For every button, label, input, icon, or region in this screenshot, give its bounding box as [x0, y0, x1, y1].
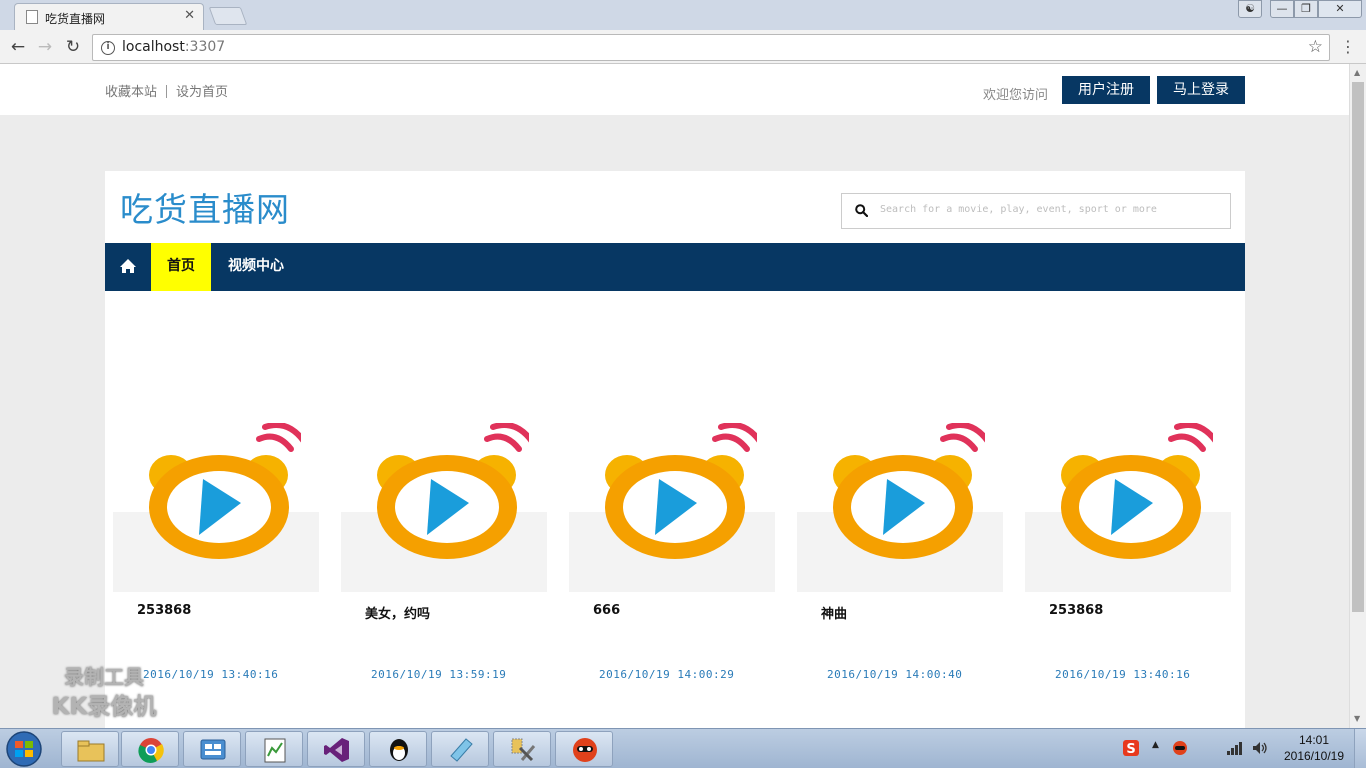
tools-taskbar-icon[interactable] — [493, 731, 551, 767]
tray-expand-icon[interactable]: ▲ — [1152, 740, 1159, 750]
search-input[interactable] — [880, 204, 1220, 215]
video-grid: 253868 2016/10/19 13:40:16 美女，约吗 2016/10… — [105, 291, 1245, 728]
live-play-logo-icon[interactable] — [825, 423, 985, 559]
live-play-logo-icon[interactable] — [1053, 423, 1213, 559]
site-top-bar: 收藏本站 设为首页 欢迎您访问 用户注册 马上登录 — [0, 64, 1349, 115]
video-date: 2016/10/19 13:59:19 — [371, 668, 507, 681]
clock-date: 2016/10/19 — [1283, 749, 1345, 763]
visual-studio-taskbar-icon[interactable] — [307, 731, 365, 767]
video-title[interactable]: 666 — [593, 603, 620, 618]
show-desktop-button[interactable] — [1354, 729, 1366, 768]
browser-tab[interactable]: 吃货直播网 ✕ — [14, 3, 204, 30]
scroll-down-icon[interactable]: ▼ — [1354, 714, 1360, 723]
set-homepage-link[interactable]: 设为首页 — [176, 85, 228, 100]
video-date: 2016/10/19 14:00:40 — [827, 668, 963, 681]
welcome-text: 欢迎您访问 — [983, 88, 1049, 103]
search-icon[interactable] — [855, 204, 868, 217]
page-viewport: 收藏本站 设为首页 欢迎您访问 用户注册 马上登录 吃货直播网 首页 视频中心 — [0, 64, 1349, 728]
kk-recorder-taskbar-icon[interactable] — [555, 731, 613, 767]
video-title[interactable]: 253868 — [1049, 603, 1103, 618]
live-play-logo-icon[interactable] — [597, 423, 757, 559]
watermark-line-1: 录制工具 — [64, 665, 144, 689]
network-signal-icon[interactable] — [1226, 741, 1244, 755]
video-date: 2016/10/19 14:00:29 — [599, 668, 735, 681]
restore-button[interactable]: ❐ — [1294, 0, 1318, 18]
recorder-watermark: 录制工具 KK录像机 — [34, 662, 174, 722]
tab-close-icon[interactable]: ✕ — [184, 8, 195, 23]
volume-icon[interactable] — [1252, 741, 1268, 755]
tab-title: 吃货直播网 — [45, 12, 106, 26]
site-logo[interactable]: 吃货直播网 — [120, 183, 290, 231]
nav-item-home[interactable]: 首页 — [151, 243, 211, 291]
video-date: 2016/10/19 13:40:16 — [1055, 668, 1191, 681]
recorder-tray-icon[interactable] — [1172, 740, 1188, 756]
main-nav: 首页 视频中心 — [105, 243, 1245, 291]
vertical-scrollbar[interactable]: ▲ ▼ — [1349, 64, 1366, 728]
browser-tab-strip: 吃货直播网 ✕ ☯ — ❐ ✕ — [0, 0, 1366, 30]
page-icon — [26, 10, 38, 24]
qq-taskbar-icon[interactable] — [369, 731, 427, 767]
clock-time: 14:01 — [1298, 733, 1330, 747]
windows-taskbar: S ▲ 14:01 2016/10/19 — [0, 728, 1366, 768]
video-title[interactable]: 神曲 — [821, 603, 847, 622]
browser-toolbar: ← → ↻ i localhost:3307 ☆ ⋮ — [0, 30, 1366, 64]
chrome-menu-icon[interactable]: ⋮ — [1340, 37, 1356, 57]
info-icon[interactable]: i — [101, 41, 115, 55]
video-title[interactable]: 美女，约吗 — [365, 603, 430, 622]
explorer-taskbar-icon[interactable] — [61, 731, 119, 767]
control-panel-taskbar-icon[interactable] — [183, 731, 241, 767]
scroll-up-icon[interactable]: ▲ — [1354, 68, 1360, 77]
new-tab-button[interactable] — [208, 7, 248, 25]
live-play-logo-icon[interactable] — [369, 423, 529, 559]
notepad-chart-taskbar-icon[interactable] — [245, 731, 303, 767]
back-arrow-icon[interactable]: ← — [7, 36, 29, 58]
home-icon — [120, 259, 136, 273]
profile-icon[interactable]: ☯ — [1238, 0, 1262, 18]
reload-icon[interactable]: ↻ — [62, 36, 84, 58]
nav-home[interactable] — [105, 243, 151, 291]
address-bar[interactable]: i localhost:3307 ☆ — [92, 34, 1330, 61]
system-tray: S ▲ — [1118, 729, 1288, 768]
login-button[interactable]: 马上登录 — [1157, 76, 1245, 104]
minimize-button[interactable]: — — [1270, 0, 1294, 18]
scrollbar-thumb[interactable] — [1352, 82, 1364, 612]
notebook-taskbar-icon[interactable] — [431, 731, 489, 767]
search-box — [841, 193, 1231, 229]
system-clock[interactable]: 14:01 2016/10/19 — [1278, 732, 1350, 764]
register-button[interactable]: 用户注册 — [1062, 76, 1150, 104]
nav-item-video-center[interactable]: 视频中心 — [211, 243, 301, 291]
watermark-line-2: KK录像机 — [51, 694, 157, 720]
window-close-button[interactable]: ✕ — [1318, 0, 1362, 18]
forward-arrow-icon[interactable]: → — [34, 36, 56, 58]
main-container: 吃货直播网 首页 视频中心 — [105, 171, 1245, 728]
sogou-input-icon[interactable]: S — [1122, 739, 1140, 757]
bookmark-star-icon[interactable]: ☆ — [1308, 37, 1323, 57]
url-text[interactable]: localhost:3307 — [122, 39, 225, 55]
start-button-icon[interactable] — [4, 730, 44, 768]
live-play-logo-icon[interactable] — [141, 423, 301, 559]
svg-text:S: S — [1126, 742, 1135, 757]
divider — [166, 85, 168, 98]
video-title[interactable]: 253868 — [137, 603, 191, 618]
chrome-taskbar-icon[interactable] — [121, 731, 179, 767]
favorite-link[interactable]: 收藏本站 — [105, 85, 157, 100]
